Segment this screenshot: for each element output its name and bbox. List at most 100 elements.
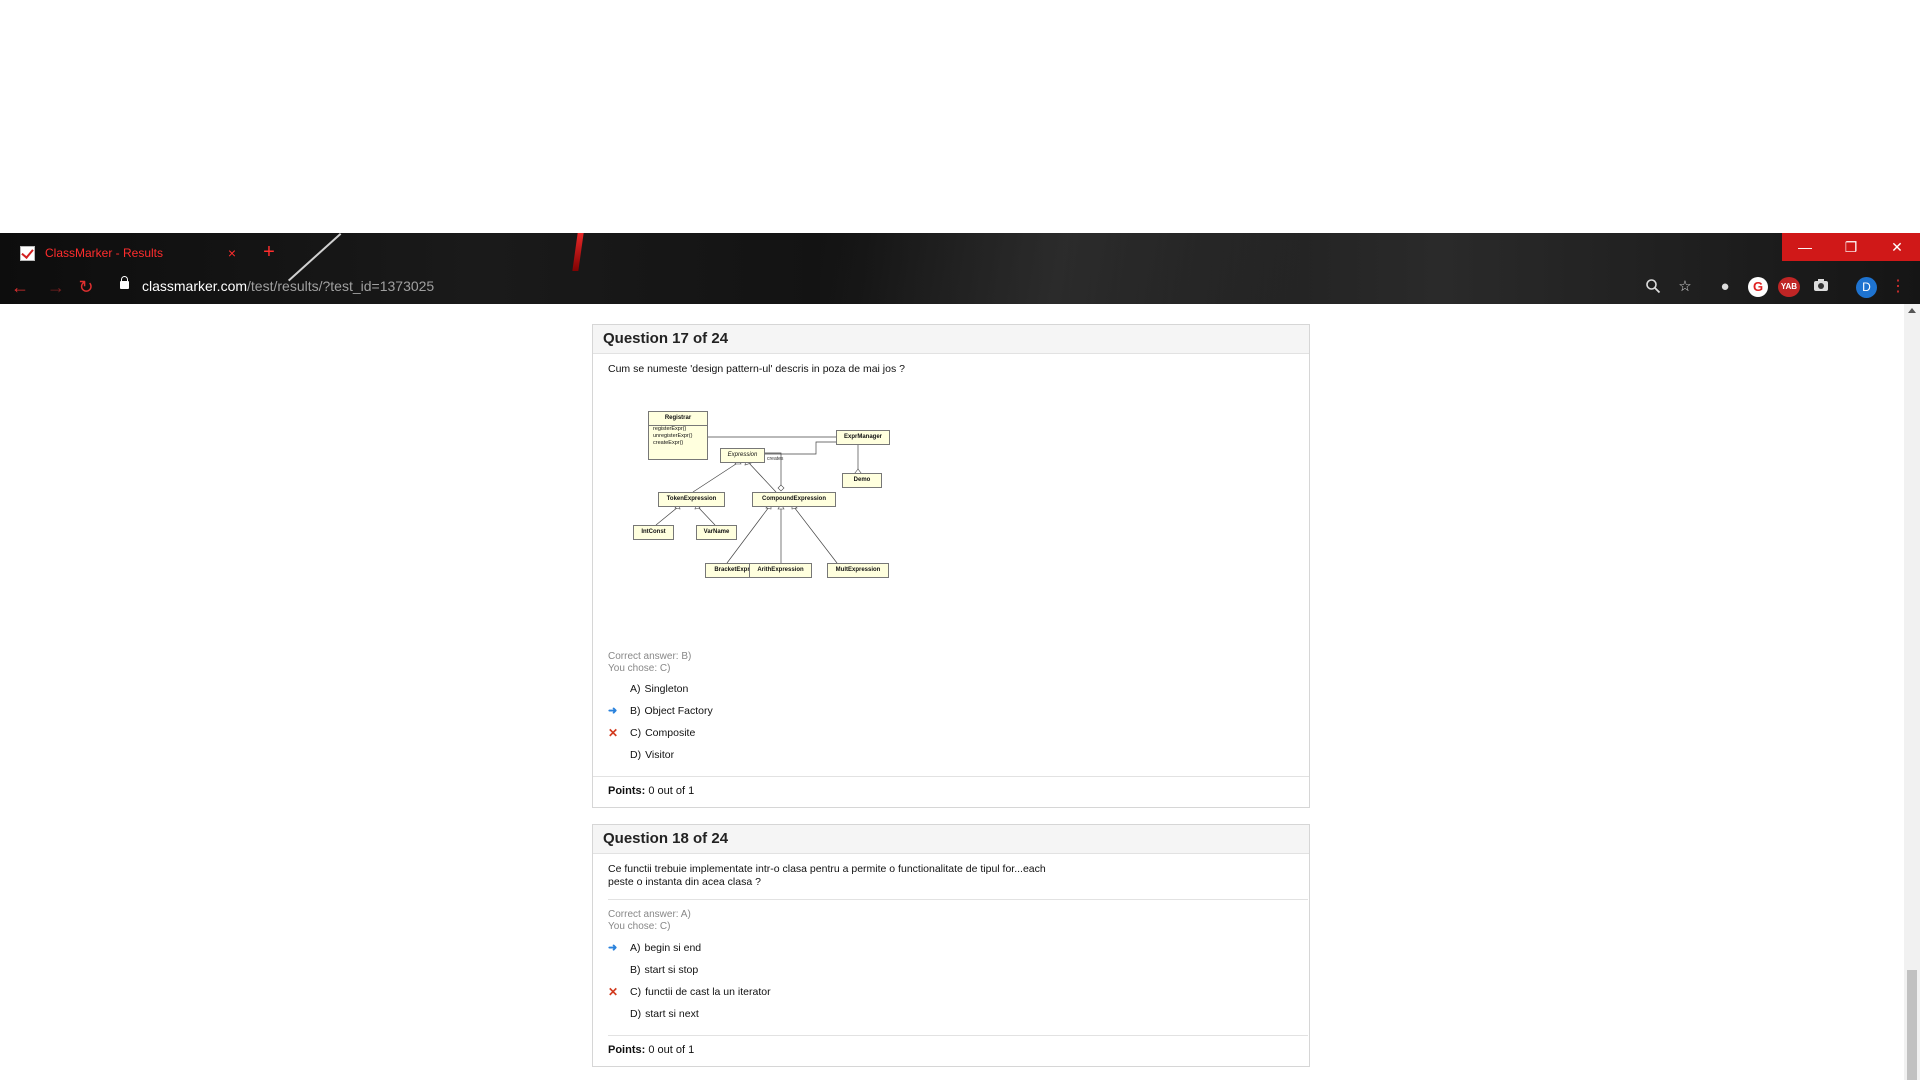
classmarker-favicon-icon xyxy=(20,245,35,261)
zoom-icon[interactable] xyxy=(1644,278,1662,296)
question-header: Question 17 of 24 xyxy=(593,325,1309,354)
blank-mark-icon xyxy=(608,682,622,696)
back-icon[interactable]: ← xyxy=(10,277,30,297)
uml-box-expression: Expression xyxy=(720,448,765,463)
uml-box-registrar: Registrar registerExpr() unregisterExpr(… xyxy=(648,411,708,460)
uml-creates-label: creates xyxy=(767,456,784,462)
url-path: /test/results/?test_id=1373025 xyxy=(247,278,435,294)
wrong-x-icon: ✕ xyxy=(608,985,619,999)
scroll-thumb[interactable] xyxy=(1907,970,1917,1080)
result-summary: Correct answer: B) You chose: C) xyxy=(608,651,691,675)
browser-toolbar: ← → ↻ classmarker.com/test/results/?test… xyxy=(0,270,1920,304)
answer-option: ✕ C) Composite xyxy=(608,726,695,740)
minimize-button[interactable]: — xyxy=(1782,233,1828,261)
answer-option: ➜ B) Object Factory xyxy=(608,704,713,718)
answer-option: ✕ C) functii de cast la un iterator xyxy=(608,985,771,999)
question-panel-18: Question 18 of 24 Ce functii trebuie imp… xyxy=(592,824,1310,1067)
option-text: functii de cast la un iterator xyxy=(645,986,771,998)
reload-icon[interactable]: ↻ xyxy=(76,277,96,297)
you-chose-text: You chose: C) xyxy=(608,921,671,932)
uml-box-compound-expression: CompoundExpression xyxy=(752,492,836,507)
result-summary: Correct answer: A) You chose: C) xyxy=(608,909,691,933)
points-line: Points: 0 out of 1 xyxy=(608,1044,694,1056)
option-text: start si stop xyxy=(644,964,699,976)
scroll-up-arrow-icon[interactable] xyxy=(1908,308,1916,313)
option-letter: A) xyxy=(630,942,641,954)
points-label: Points: xyxy=(608,785,646,797)
correct-arrow-icon: ➜ xyxy=(608,705,618,717)
blank-mark-icon xyxy=(608,963,622,977)
uml-box-expr-manager: ExprManager xyxy=(836,430,890,445)
answer-option: D) start si next xyxy=(608,1007,699,1021)
answer-option: A) Singleton xyxy=(608,682,688,696)
option-letter: B) xyxy=(630,964,641,976)
correct-answer-text: Correct answer: A) xyxy=(608,909,691,920)
uml-box-demo: Demo xyxy=(842,473,882,488)
wrong-x-icon: ✕ xyxy=(608,726,619,740)
menu-icon[interactable]: ⋮ xyxy=(1890,277,1906,297)
lock-icon[interactable] xyxy=(120,276,129,289)
camera-icon[interactable] xyxy=(1812,278,1830,296)
option-letter: C) xyxy=(630,986,642,998)
option-text: begin si end xyxy=(644,942,702,954)
uml-box-mult-expression: MultExpression xyxy=(827,563,889,578)
option-text: Object Factory xyxy=(644,705,713,717)
forward-icon[interactable]: → xyxy=(46,277,66,297)
uml-registrar-title: Registrar xyxy=(664,415,692,421)
option-letter: B) xyxy=(630,705,641,717)
uml-registrar-op: registerExpr() xyxy=(653,426,687,432)
points-divider xyxy=(608,1035,1308,1036)
question-text-line: peste o instanta din acea clasa ? xyxy=(608,876,761,888)
answer-option: B) start si stop xyxy=(608,963,698,977)
uml-registrar-op: unregisterExpr() xyxy=(653,433,693,439)
option-letter: C) xyxy=(630,727,642,739)
option-letter: D) xyxy=(630,749,642,761)
option-letter: A) xyxy=(630,683,641,695)
extension-icon[interactable]: ● xyxy=(1716,278,1734,296)
url-host: classmarker.com xyxy=(142,278,248,294)
points-label: Points: xyxy=(608,1044,646,1056)
chrome-background-streak xyxy=(572,233,584,271)
option-text: start si next xyxy=(645,1008,699,1020)
uml-box-int-const: IntConst xyxy=(633,525,674,540)
answer-option: ➜ A) begin si end xyxy=(608,941,701,955)
question-text: Cum se numeste 'design pattern-ul' descr… xyxy=(608,363,905,375)
points-line: Points: 0 out of 1 xyxy=(608,785,694,797)
option-text: Composite xyxy=(645,727,696,739)
option-text: Visitor xyxy=(645,749,675,761)
option-text: Singleton xyxy=(644,683,689,695)
question-panel-17: Question 17 of 24 Cum se numeste 'design… xyxy=(592,324,1310,808)
address-bar[interactable]: classmarker.com/test/results/?test_id=13… xyxy=(142,278,434,294)
tab-close-icon[interactable]: × xyxy=(228,245,236,261)
points-divider xyxy=(593,776,1309,777)
option-letter: D) xyxy=(630,1008,642,1020)
uml-box-arith-expression: ArithExpression xyxy=(749,563,812,578)
points-value: 0 out of 1 xyxy=(648,785,695,797)
blank-mark-icon xyxy=(608,748,622,762)
new-tab-button[interactable]: + xyxy=(257,241,281,265)
correct-arrow-icon: ➜ xyxy=(608,942,618,954)
restore-button[interactable]: ❐ xyxy=(1828,233,1874,261)
extension-yab-icon[interactable]: YAB xyxy=(1778,277,1800,297)
question-divider xyxy=(608,899,1308,900)
question-text-line: Ce functii trebuie implementate intr-o c… xyxy=(608,863,1046,875)
uml-registrar-ops: registerExpr() unregisterExpr() createEx… xyxy=(649,425,707,447)
browser-tab[interactable]: ClassMarker - Results × xyxy=(12,239,244,267)
page-scrollbar[interactable] xyxy=(1904,304,1920,1080)
profile-avatar[interactable]: D xyxy=(1856,277,1877,298)
uml-diagram: Registrar registerExpr() unregisterExpr(… xyxy=(631,409,931,589)
uml-box-token-expression: TokenExpression xyxy=(658,492,725,507)
answer-option: D) Visitor xyxy=(608,748,674,762)
uml-box-var-name: VarName xyxy=(696,525,737,540)
blank-mark-icon xyxy=(608,1007,622,1021)
close-window-button[interactable]: ✕ xyxy=(1874,233,1920,261)
points-value: 0 out of 1 xyxy=(648,1044,695,1056)
question-header: Question 18 of 24 xyxy=(593,825,1309,854)
star-icon[interactable]: ☆ xyxy=(1676,278,1694,296)
correct-answer-text: Correct answer: B) xyxy=(608,651,692,662)
extension-g-icon[interactable]: G xyxy=(1748,277,1768,297)
browser-chrome: ClassMarker - Results × + — ❐ ✕ ← → ↻ cl… xyxy=(0,233,1920,304)
question-text: Ce functii trebuie implementate intr-o c… xyxy=(608,863,1046,889)
uml-registrar-op: createExpr() xyxy=(653,440,684,446)
you-chose-text: You chose: C) xyxy=(608,663,671,674)
